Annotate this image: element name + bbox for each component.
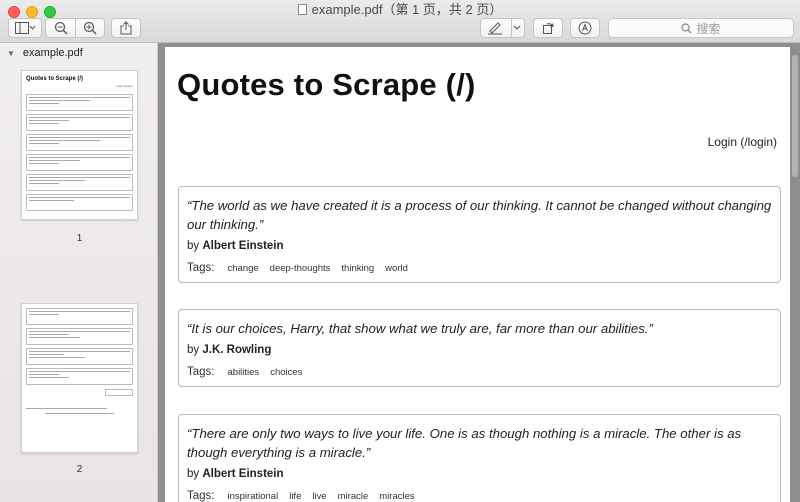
zoom-control [45, 18, 105, 38]
zoom-out-button[interactable] [46, 21, 75, 35]
rotate-button[interactable] [533, 18, 563, 38]
quote-tags: Tags: inspirational life live miracle mi… [187, 490, 415, 502]
search-placeholder: 搜索 [696, 21, 721, 36]
thumbnail-quote-box [26, 348, 133, 365]
quote-author-line: by J.K. Rowling [187, 344, 272, 356]
quote-author-line: by Albert Einstein [187, 468, 284, 480]
thumbnail-quote-box [26, 328, 133, 345]
tag-link[interactable]: deep-thoughts [270, 263, 331, 274]
pdf-page: Quotes to Scrape (/) Login (/login) “The… [165, 47, 790, 502]
thumbnail-quote-box [26, 308, 133, 325]
document-view[interactable]: Quotes to Scrape (/) Login (/login) “The… [158, 43, 800, 502]
tag-link[interactable]: choices [270, 367, 302, 378]
highlight-button[interactable] [481, 21, 510, 35]
tag-link[interactable]: world [385, 263, 408, 274]
zoom-in-button[interactable] [75, 21, 104, 35]
page-number-label: 2 [76, 464, 83, 475]
tag-link[interactable]: change [228, 263, 259, 274]
thumbnail-quote-box [26, 114, 133, 131]
window-title: example.pdf（第 1 页，共 2 页） [0, 2, 800, 18]
tag-link[interactable]: thinking [341, 263, 374, 274]
tag-link[interactable]: abilities [228, 367, 260, 378]
page-thumbnail-1[interactable]: Quotes to Scrape (/) Login (/login) [21, 70, 138, 220]
quote-author: J.K. Rowling [202, 344, 272, 356]
quote-text: “The world as we have created it is a pr… [187, 198, 772, 232]
markup-icon [578, 21, 592, 35]
thumbnail-quote-box [26, 94, 133, 111]
zoom-in-icon [83, 21, 96, 35]
title-bar: example.pdf（第 1 页，共 2 页） 搜索 [0, 0, 800, 43]
thumbnail-quote-box [26, 194, 133, 211]
thumbnail-login: Login (/login) [115, 84, 133, 88]
pen-icon [488, 22, 503, 35]
tag-link[interactable]: miracles [379, 491, 414, 502]
sidebar-view-button[interactable] [8, 18, 42, 38]
zoom-out-icon [54, 21, 67, 35]
quote-author-line: by Albert Einstein [187, 240, 284, 252]
tag-link[interactable]: life [289, 491, 301, 502]
quote-text: “There are only two ways to live your li… [187, 426, 742, 460]
quote-card: “The world as we have created it is a pr… [178, 186, 781, 283]
quote-tags: Tags: change deep-thoughts thinking worl… [187, 262, 408, 274]
page-title: Quotes to Scrape (/) [177, 67, 476, 102]
quote-text: “It is our choices, Harry, that show wha… [187, 321, 653, 336]
quote-card: “There are only two ways to live your li… [178, 414, 781, 502]
markup-toolbar-button[interactable] [570, 18, 600, 38]
sidebar-icon [15, 22, 35, 34]
page-thumbnail-2[interactable] [21, 303, 138, 453]
quote-card: “It is our choices, Harry, that show wha… [178, 309, 781, 387]
page-number-label: 1 [76, 233, 83, 244]
document-icon [297, 4, 307, 15]
disclosure-triangle-icon[interactable]: ▼ [7, 49, 15, 58]
thumbnail-quote-box [26, 368, 133, 385]
tag-link[interactable]: live [312, 491, 326, 502]
share-button[interactable] [111, 18, 141, 38]
quote-tags: Tags: abilities choices [187, 366, 303, 378]
search-field[interactable]: 搜索 [608, 18, 794, 38]
thumbnail-quote-box [26, 134, 133, 151]
thumbnail-sidebar: ▼ example.pdf Quotes to Scrape (/) Login… [0, 43, 158, 502]
login-link[interactable]: Login (/login) [708, 135, 777, 149]
quote-author: Albert Einstein [202, 240, 284, 252]
share-icon [120, 21, 132, 35]
quote-author: Albert Einstein [202, 468, 284, 480]
thumbnail-quote-box [26, 174, 133, 191]
vertical-scrollbar[interactable] [792, 55, 798, 177]
search-icon [681, 22, 692, 33]
tag-link[interactable]: inspirational [228, 491, 279, 502]
markup-pen-control [480, 18, 525, 38]
chevron-down-icon [513, 25, 521, 30]
thumbnail-title: Quotes to Scrape (/) [26, 76, 84, 82]
rotate-icon [543, 23, 555, 34]
sidebar-filename: example.pdf [22, 47, 83, 59]
thumbnail-quote-box [26, 154, 133, 171]
sidebar-file-header[interactable]: ▼ example.pdf [7, 47, 83, 59]
thumbnail-next-button [105, 389, 133, 396]
tag-link[interactable]: miracle [338, 491, 369, 502]
